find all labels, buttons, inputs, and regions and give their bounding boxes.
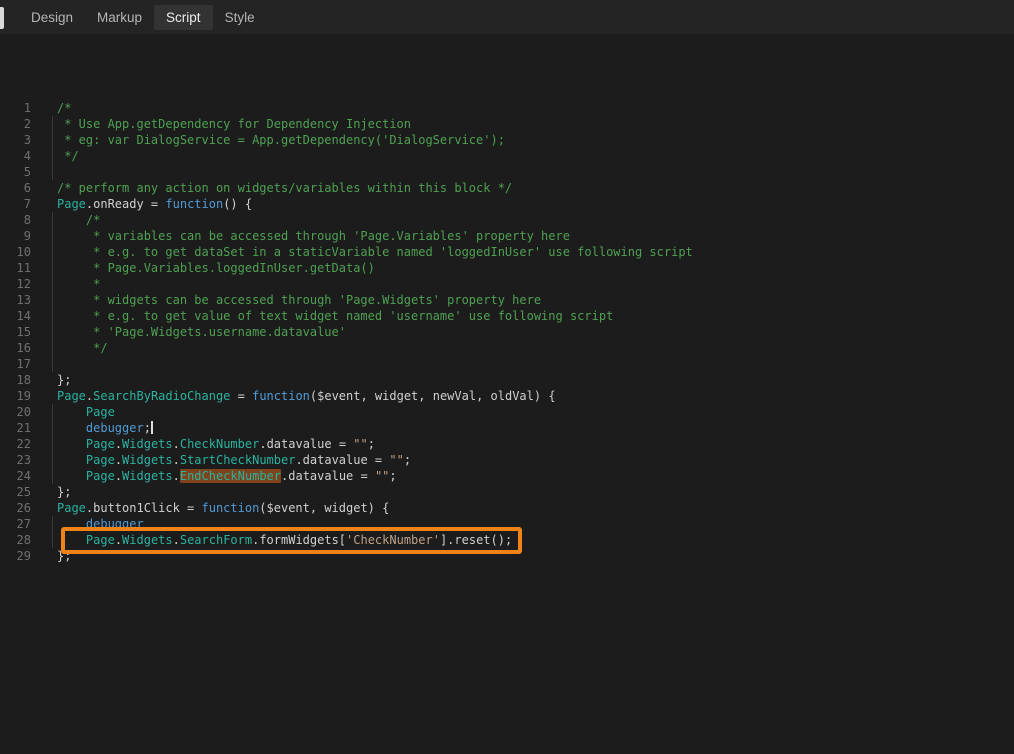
- code-text: Page.SearchByRadioChange = function($eve…: [31, 388, 556, 404]
- line-number[interactable]: 10: [0, 244, 31, 260]
- code-line[interactable]: 4 */: [0, 148, 1014, 164]
- code-text: *: [31, 276, 100, 292]
- code-lines[interactable]: 1/*2 * Use App.getDependency for Depende…: [0, 100, 1014, 564]
- line-number[interactable]: 20: [0, 404, 31, 420]
- code-line[interactable]: 18};: [0, 372, 1014, 388]
- code-line[interactable]: 19Page.SearchByRadioChange = function($e…: [0, 388, 1014, 404]
- tab-markup[interactable]: Markup: [85, 5, 154, 30]
- text-cursor: [151, 421, 153, 434]
- line-number[interactable]: 4: [0, 148, 31, 164]
- code-line[interactable]: 29};: [0, 548, 1014, 564]
- code-line[interactable]: 21 debugger;: [0, 420, 1014, 436]
- line-number[interactable]: 18: [0, 372, 31, 388]
- code-text: */: [31, 148, 79, 164]
- line-number[interactable]: 5: [0, 164, 31, 180]
- editor-mode-tabbar: Design Markup Script Style: [0, 0, 1014, 34]
- code-text: * Use App.getDependency for Dependency I…: [31, 116, 411, 132]
- code-text: };: [31, 372, 71, 388]
- line-number[interactable]: 27: [0, 516, 31, 532]
- tab-design[interactable]: Design: [19, 5, 85, 30]
- line-number[interactable]: 7: [0, 196, 31, 212]
- code-text: /* perform any action on widgets/variabl…: [31, 180, 512, 196]
- code-text: * e.g. to get value of text widget named…: [31, 308, 613, 324]
- code-line[interactable]: 28 Page.Widgets.SearchForm.formWidgets['…: [0, 532, 1014, 548]
- code-text: };: [31, 484, 71, 500]
- code-text: Page.button1Click = function($event, wid…: [31, 500, 389, 516]
- code-line[interactable]: 27 debugger: [0, 516, 1014, 532]
- tab-script[interactable]: Script: [154, 5, 213, 30]
- code-text: * e.g. to get dataSet in a staticVariabl…: [31, 244, 693, 260]
- line-number[interactable]: 19: [0, 388, 31, 404]
- code-text: * variables can be accessed through 'Pag…: [31, 228, 570, 244]
- code-text: [31, 164, 57, 180]
- code-line[interactable]: 12 *: [0, 276, 1014, 292]
- code-line[interactable]: 25};: [0, 484, 1014, 500]
- line-number[interactable]: 15: [0, 324, 31, 340]
- line-number[interactable]: 12: [0, 276, 31, 292]
- line-number[interactable]: 13: [0, 292, 31, 308]
- code-text: };: [31, 548, 71, 564]
- code-line[interactable]: 15 * 'Page.Widgets.username.datavalue': [0, 324, 1014, 340]
- code-line[interactable]: 20 Page: [0, 404, 1014, 420]
- line-number[interactable]: 17: [0, 356, 31, 372]
- code-text: debugger: [31, 516, 144, 532]
- code-text: * eg: var DialogService = App.getDepende…: [31, 132, 505, 148]
- line-number[interactable]: 26: [0, 500, 31, 516]
- code-line[interactable]: 22 Page.Widgets.CheckNumber.datavalue = …: [0, 436, 1014, 452]
- code-line[interactable]: 24 Page.Widgets.EndCheckNumber.datavalue…: [0, 468, 1014, 484]
- code-text: /*: [31, 100, 71, 116]
- line-number[interactable]: 3: [0, 132, 31, 148]
- code-text: Page.Widgets.EndCheckNumber.datavalue = …: [31, 468, 397, 484]
- code-line[interactable]: 5: [0, 164, 1014, 180]
- code-line[interactable]: 8 /*: [0, 212, 1014, 228]
- code-line[interactable]: 3 * eg: var DialogService = App.getDepen…: [0, 132, 1014, 148]
- code-line[interactable]: 13 * widgets can be accessed through 'Pa…: [0, 292, 1014, 308]
- tab-style[interactable]: Style: [213, 5, 267, 30]
- code-line[interactable]: 1/*: [0, 100, 1014, 116]
- code-line[interactable]: 17: [0, 356, 1014, 372]
- code-text: Page.Widgets.CheckNumber.datavalue = "";: [31, 436, 375, 452]
- code-line[interactable]: 23 Page.Widgets.StartCheckNumber.dataval…: [0, 452, 1014, 468]
- line-number[interactable]: 28: [0, 532, 31, 548]
- code-text: */: [31, 340, 108, 356]
- code-text: /*: [31, 212, 100, 228]
- code-text: * widgets can be accessed through 'Page.…: [31, 292, 541, 308]
- code-line[interactable]: 7Page.onReady = function() {: [0, 196, 1014, 212]
- line-number[interactable]: 1: [0, 100, 31, 116]
- line-number[interactable]: 25: [0, 484, 31, 500]
- line-number[interactable]: 9: [0, 228, 31, 244]
- line-number[interactable]: 24: [0, 468, 31, 484]
- code-line[interactable]: 14 * e.g. to get value of text widget na…: [0, 308, 1014, 324]
- code-line[interactable]: 9 * variables can be accessed through 'P…: [0, 228, 1014, 244]
- code-line[interactable]: 16 */: [0, 340, 1014, 356]
- code-line[interactable]: 10 * e.g. to get dataSet in a staticVari…: [0, 244, 1014, 260]
- code-text: Page.onReady = function() {: [31, 196, 252, 212]
- line-number[interactable]: 22: [0, 436, 31, 452]
- line-number[interactable]: 21: [0, 420, 31, 436]
- code-text: Page: [31, 404, 115, 420]
- line-number[interactable]: 16: [0, 340, 31, 356]
- line-number[interactable]: 14: [0, 308, 31, 324]
- code-line[interactable]: 26Page.button1Click = function($event, w…: [0, 500, 1014, 516]
- code-line[interactable]: 6/* perform any action on widgets/variab…: [0, 180, 1014, 196]
- code-text: * Page.Variables.loggedInUser.getData(): [31, 260, 375, 276]
- line-number[interactable]: 8: [0, 212, 31, 228]
- code-text: * 'Page.Widgets.username.datavalue': [31, 324, 346, 340]
- line-number[interactable]: 6: [0, 180, 31, 196]
- code-text: debugger;: [31, 420, 153, 436]
- line-number[interactable]: 29: [0, 548, 31, 564]
- line-number[interactable]: 11: [0, 260, 31, 276]
- code-line[interactable]: 2 * Use App.getDependency for Dependency…: [0, 116, 1014, 132]
- line-number[interactable]: 23: [0, 452, 31, 468]
- code-text: Page.Widgets.SearchForm.formWidgets['Che…: [31, 532, 512, 548]
- line-number[interactable]: 2: [0, 116, 31, 132]
- code-text: [31, 356, 57, 372]
- code-text: Page.Widgets.StartCheckNumber.datavalue …: [31, 452, 411, 468]
- script-editor[interactable]: 1/*2 * Use App.getDependency for Depende…: [0, 34, 1014, 754]
- collapsed-panel-handle[interactable]: [0, 7, 4, 29]
- code-line[interactable]: 11 * Page.Variables.loggedInUser.getData…: [0, 260, 1014, 276]
